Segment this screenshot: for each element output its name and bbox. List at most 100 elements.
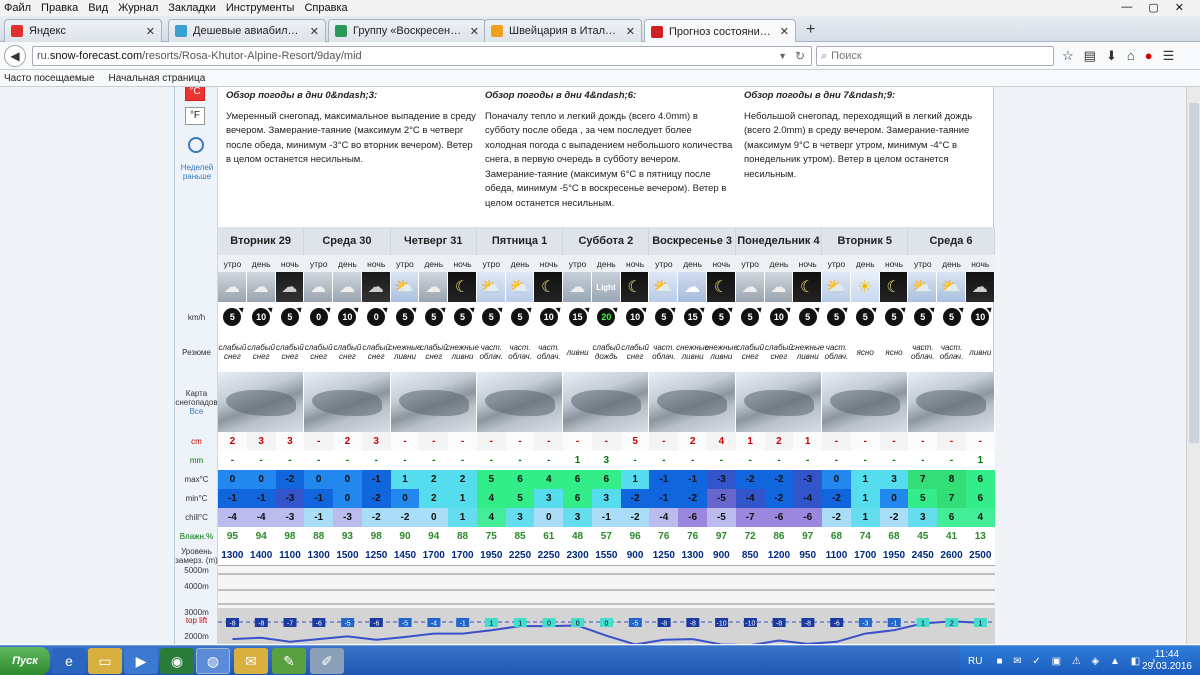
min-temp-cell: -1 [218,489,247,508]
rainfall-cell: - [275,451,305,470]
system-tray: RU ■ ✉ ✓ ▣ ⚠ ◈ ▲ ◧ ♪ 11:44 29.03.2016 [960,646,1200,675]
rainfall-cell: - [649,451,679,470]
altitude-label: 4000m [184,581,209,591]
snow-map-thumbnail[interactable] [649,372,736,432]
rain-night-icon: ☁ [965,272,995,302]
reload-icon[interactable]: ↻ [795,49,805,63]
freezing-level-cell: 1300 [304,546,334,565]
bookmark-start-page[interactable]: Начальная страница [109,73,206,84]
wind-chill-cell: 0 [534,508,564,527]
home-icon[interactable]: ⌂ [1127,48,1135,64]
min-temp-cell: 5 [908,489,938,508]
clock-icon[interactable] [188,137,204,153]
max-temp-cell: 6 [563,470,592,489]
browser-tab[interactable]: Яндекс ✕ [4,19,162,42]
moon-icon: ☾ [534,272,564,302]
humidity-label: Влажн.% [179,532,214,541]
tab-favicon-icon [651,25,663,38]
media-player-icon[interactable]: ▶ [124,648,158,674]
menu-item[interactable]: Файл [4,2,31,14]
snowfall-cell: 1 [793,432,823,451]
menu-item[interactable]: Вид [88,2,108,14]
snow-map-thumbnail[interactable] [390,372,477,432]
address-bar[interactable]: ru. snow-forecast.com/resorts/Rosa-Khutor… [32,46,812,66]
wind-cell: 10 [534,302,563,332]
period-row: утро день ночь утро день ночь утро день ночь утро… [218,255,995,272]
chart-value-text: -6 [834,621,840,628]
page-scrollbar[interactable] [1186,87,1200,644]
min-temp-cell: -3 [275,489,305,508]
humidity-cell: 72 [735,527,765,546]
tab-close-icon[interactable]: ✕ [310,25,319,38]
min-temp-cell: 1 [850,489,880,508]
tab-close-icon[interactable]: ✕ [470,25,479,38]
paint-icon[interactable]: ✐ [310,648,344,674]
snow-map-all-link[interactable]: Все [190,407,204,416]
browser-tab[interactable]: Дешевые авиабилеты Моск... ✕ [168,19,326,42]
summary-cell: част. облач. [479,343,504,361]
wind-chill-label: chill°C [185,513,208,522]
snowfall-cell: 1 [735,432,765,451]
snow-map-thumbnail[interactable] [304,372,391,432]
snow-map-thumbnail[interactable] [476,372,564,432]
browser-tab[interactable]: Швейцария в Италии, или н... ✕ [484,19,642,42]
snow-map-thumbnail[interactable] [218,372,305,432]
wind-chill-cell: -2 [390,508,420,527]
app-green-icon[interactable]: ✎ [272,648,306,674]
new-tab-icon[interactable]: + [806,21,815,39]
rainfall-cell: - [505,451,535,470]
chart-value-text: 0 [605,621,609,628]
reading-list-icon[interactable]: ▤ [1084,48,1096,64]
fahrenheit-button[interactable]: °F [185,107,205,125]
snow-map-thumbnail[interactable] [563,372,650,432]
adblock-icon[interactable]: ● [1145,48,1153,64]
rainfall-cell: 1 [563,451,592,470]
clock-time: 11:44 [1154,649,1180,660]
overview-title: Обзор погоды в дни 4&ndash;6: [485,90,637,101]
clock[interactable]: 11:44 29.03.2016 [1142,649,1192,673]
tab-close-icon[interactable]: ✕ [780,25,789,38]
earlier-week-link[interactable]: Неделей раньше [177,163,217,181]
chart-value-text: -5 [344,621,350,628]
altitude-label: 5000m [184,565,209,575]
chart-value-marker: 0 [542,618,556,628]
chrome-icon[interactable]: ◉ [160,648,194,674]
history-dropdown-icon[interactable]: ▼ [778,51,787,61]
ie-icon[interactable]: e [52,648,86,674]
min-temp-cell: -4 [735,489,765,508]
start-button[interactable]: Пуск [0,647,50,675]
tab-close-icon[interactable]: ✕ [146,25,155,38]
back-button[interactable]: ◀ [4,45,26,67]
bookmark-star-icon[interactable]: ☆ [1062,48,1074,64]
scrollbar-thumb[interactable] [1189,103,1199,443]
minimize-icon[interactable]: — [1121,1,1132,14]
tab-close-icon[interactable]: ✕ [626,25,635,38]
folder-icon[interactable]: ▭ [88,648,122,674]
menu-item[interactable]: Журнал [118,2,158,14]
humidity-cell: 95 [218,527,247,546]
maximize-icon[interactable]: ▢ [1148,1,1158,14]
close-window-icon[interactable]: ✕ [1175,1,1184,14]
browser-tab[interactable]: Прогноз состояния снега и ... ✕ [644,19,796,43]
snowfall-cell: - [448,432,477,451]
snow-map-thumbnail[interactable] [822,372,909,432]
browser-tab[interactable]: Группу «Воскресенье» заки... ✕ [328,19,486,42]
menu-item[interactable]: Справка [304,2,347,14]
menu-icon[interactable]: ☰ [1163,48,1175,64]
snow-map-thumbnail[interactable] [908,372,995,432]
menu-item[interactable]: Закладки [168,2,216,14]
summary-cell: ясно [885,347,903,357]
bookmark-most-visited[interactable]: Часто посещаемые [4,73,95,84]
mail-icon[interactable]: ✉ [234,648,268,674]
wind-arrow-icon: 10 [626,308,645,326]
download-icon[interactable]: ⬇ [1106,48,1117,64]
snow-map-thumbnail[interactable] [735,372,823,432]
menu-item[interactable]: Правка [41,2,78,14]
rainfall-cell: - [390,451,420,470]
firefox-icon[interactable]: ◍ [196,648,230,674]
sun-cloud-icon: ⛅ [822,272,851,302]
menu-item[interactable]: Инструменты [226,2,295,14]
language-indicator[interactable]: RU [968,656,982,667]
search-input[interactable]: ⌕ Поиск [816,46,1054,66]
celsius-button[interactable]: °C [185,87,205,101]
